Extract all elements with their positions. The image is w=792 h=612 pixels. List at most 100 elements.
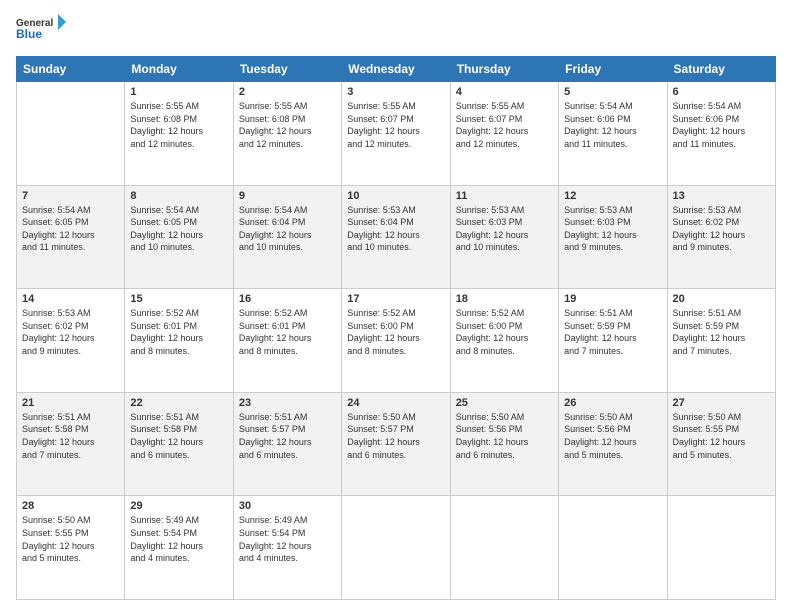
calendar-cell: 18Sunrise: 5:52 AM Sunset: 6:00 PM Dayli…: [450, 289, 558, 393]
calendar-cell: 3Sunrise: 5:55 AM Sunset: 6:07 PM Daylig…: [342, 82, 450, 186]
calendar-cell: [450, 496, 558, 600]
day-number: 23: [239, 397, 336, 409]
cell-info: Sunrise: 5:50 AM Sunset: 5:55 PM Dayligh…: [673, 411, 770, 461]
logo: General Blue: [16, 12, 66, 48]
calendar-cell: 27 Sunrise: 5:50 AM Sunset: 5:55 PM Dayli…: [667, 392, 775, 496]
calendar-cell: 16Sunrise: 5:52 AM Sunset: 6:01 PM Dayli…: [233, 289, 341, 393]
calendar-cell: 15 Sunrise: 5:52 AM Sunset: 6:01 PM Dayli…: [125, 289, 233, 393]
calendar-cell: 13 Sunrise: 5:53 AM Sunset: 6:02 PM Dayli…: [667, 185, 775, 289]
cell-info: Sunrise: 5:51 AM Sunset: 5:58 PM Dayligh…: [130, 411, 227, 461]
calendar-table: SundayMondayTuesdayWednesdayThursdayFrid…: [16, 56, 776, 600]
cell-info: Sunrise: 5:51 AM Sunset: 5:57 PM Dayligh…: [239, 411, 336, 461]
week-row-3: 14Sunrise: 5:53 AM Sunset: 6:02 PM Dayli…: [17, 289, 776, 393]
day-number: 7: [22, 190, 119, 202]
cell-info: Sunrise: 5:51 AM Sunset: 5:59 PM Dayligh…: [564, 307, 661, 357]
calendar-cell: 24 Sunrise: 5:50 AM Sunset: 5:57 PM Dayli…: [342, 392, 450, 496]
cell-info: Sunrise: 5:55 AM Sunset: 6:08 PM Dayligh…: [130, 100, 227, 150]
day-header-friday: Friday: [559, 57, 667, 82]
cell-info: Sunrise: 5:52 AM Sunset: 6:01 PM Dayligh…: [130, 307, 227, 357]
calendar-cell: 10 Sunrise: 5:53 AM Sunset: 6:04 PM Dayli…: [342, 185, 450, 289]
day-number: 24: [347, 397, 444, 409]
calendar-cell: 29Sunrise: 5:49 AM Sunset: 5:54 PM Dayli…: [125, 496, 233, 600]
calendar-cell: 20 Sunrise: 5:51 AM Sunset: 5:59 PM Dayli…: [667, 289, 775, 393]
day-number: 8: [130, 190, 227, 202]
cell-info: Sunrise: 5:53 AM Sunset: 6:03 PM Dayligh…: [456, 204, 553, 254]
day-number: 30: [239, 500, 336, 512]
week-row-2: 7 Sunrise: 5:54 AM Sunset: 6:05 PM Daylig…: [17, 185, 776, 289]
day-number: 16: [239, 293, 336, 305]
logo-svg: General Blue: [16, 12, 66, 48]
day-number: 29: [130, 500, 227, 512]
calendar-cell: 12 Sunrise: 5:53 AM Sunset: 6:03 PM Dayli…: [559, 185, 667, 289]
cell-info: Sunrise: 5:51 AM Sunset: 5:58 PM Dayligh…: [22, 411, 119, 461]
calendar-cell: 25 Sunrise: 5:50 AM Sunset: 5:56 PM Dayli…: [450, 392, 558, 496]
day-number: 18: [456, 293, 553, 305]
calendar-cell: 1 Sunrise: 5:55 AM Sunset: 6:08 PM Daylig…: [125, 82, 233, 186]
day-number: 3: [347, 86, 444, 98]
day-header-monday: Monday: [125, 57, 233, 82]
cell-info: Sunrise: 5:53 AM Sunset: 6:03 PM Dayligh…: [564, 204, 661, 254]
calendar-cell: 21 Sunrise: 5:51 AM Sunset: 5:58 PM Dayli…: [17, 392, 125, 496]
day-header-sunday: Sunday: [17, 57, 125, 82]
day-number: 17: [347, 293, 444, 305]
cell-info: Sunrise: 5:54 AM Sunset: 6:06 PM Dayligh…: [564, 100, 661, 150]
calendar-cell: 8 Sunrise: 5:54 AM Sunset: 6:05 PM Daylig…: [125, 185, 233, 289]
day-header-thursday: Thursday: [450, 57, 558, 82]
calendar-cell: 19 Sunrise: 5:51 AM Sunset: 5:59 PM Dayli…: [559, 289, 667, 393]
day-number: 1: [130, 86, 227, 98]
cell-info: Sunrise: 5:50 AM Sunset: 5:56 PM Dayligh…: [456, 411, 553, 461]
day-number: 4: [456, 86, 553, 98]
calendar-cell: 23 Sunrise: 5:51 AM Sunset: 5:57 PM Dayli…: [233, 392, 341, 496]
cell-info: Sunrise: 5:53 AM Sunset: 6:04 PM Dayligh…: [347, 204, 444, 254]
calendar-cell: [667, 496, 775, 600]
cell-info: Sunrise: 5:54 AM Sunset: 6:06 PM Dayligh…: [673, 100, 770, 150]
day-header-wednesday: Wednesday: [342, 57, 450, 82]
day-number: 20: [673, 293, 770, 305]
cell-info: Sunrise: 5:50 AM Sunset: 5:55 PM Dayligh…: [22, 514, 119, 564]
cell-info: Sunrise: 5:52 AM Sunset: 6:00 PM Dayligh…: [347, 307, 444, 357]
calendar-cell: [17, 82, 125, 186]
calendar-cell: 2 Sunrise: 5:55 AM Sunset: 6:08 PM Daylig…: [233, 82, 341, 186]
week-row-5: 28Sunrise: 5:50 AM Sunset: 5:55 PM Dayli…: [17, 496, 776, 600]
cell-info: Sunrise: 5:53 AM Sunset: 6:02 PM Dayligh…: [673, 204, 770, 254]
day-number: 2: [239, 86, 336, 98]
cell-info: Sunrise: 5:53 AM Sunset: 6:02 PM Dayligh…: [22, 307, 119, 357]
calendar-cell: 17 Sunrise: 5:52 AM Sunset: 6:00 PM Dayli…: [342, 289, 450, 393]
cell-info: Sunrise: 5:49 AM Sunset: 5:54 PM Dayligh…: [239, 514, 336, 564]
calendar-cell: 4 Sunrise: 5:55 AM Sunset: 6:07 PM Daylig…: [450, 82, 558, 186]
day-number: 13: [673, 190, 770, 202]
day-header-saturday: Saturday: [667, 57, 775, 82]
cell-info: Sunrise: 5:55 AM Sunset: 6:07 PM Dayligh…: [456, 100, 553, 150]
cell-info: Sunrise: 5:55 AM Sunset: 6:08 PM Dayligh…: [239, 100, 336, 150]
calendar-cell: 14Sunrise: 5:53 AM Sunset: 6:02 PM Dayli…: [17, 289, 125, 393]
cell-info: Sunrise: 5:54 AM Sunset: 6:05 PM Dayligh…: [130, 204, 227, 254]
day-number: 25: [456, 397, 553, 409]
week-row-1: 1 Sunrise: 5:55 AM Sunset: 6:08 PM Daylig…: [17, 82, 776, 186]
svg-text:Blue: Blue: [16, 27, 42, 41]
day-number: 5: [564, 86, 661, 98]
calendar-cell: 11 Sunrise: 5:53 AM Sunset: 6:03 PM Dayli…: [450, 185, 558, 289]
calendar-header-row: SundayMondayTuesdayWednesdayThursdayFrid…: [17, 57, 776, 82]
cell-info: Sunrise: 5:50 AM Sunset: 5:57 PM Dayligh…: [347, 411, 444, 461]
calendar-cell: 7 Sunrise: 5:54 AM Sunset: 6:05 PM Daylig…: [17, 185, 125, 289]
cell-info: Sunrise: 5:51 AM Sunset: 5:59 PM Dayligh…: [673, 307, 770, 357]
calendar-cell: 5 Sunrise: 5:54 AM Sunset: 6:06 PM Daylig…: [559, 82, 667, 186]
calendar-cell: 6Sunrise: 5:54 AM Sunset: 6:06 PM Daylig…: [667, 82, 775, 186]
day-number: 19: [564, 293, 661, 305]
day-number: 21: [22, 397, 119, 409]
calendar-cell: 26Sunrise: 5:50 AM Sunset: 5:56 PM Dayli…: [559, 392, 667, 496]
day-number: 11: [456, 190, 553, 202]
cell-info: Sunrise: 5:54 AM Sunset: 6:05 PM Dayligh…: [22, 204, 119, 254]
calendar-cell: [559, 496, 667, 600]
day-number: 27: [673, 397, 770, 409]
calendar-cell: 28Sunrise: 5:50 AM Sunset: 5:55 PM Dayli…: [17, 496, 125, 600]
calendar-cell: [342, 496, 450, 600]
day-number: 15: [130, 293, 227, 305]
day-header-tuesday: Tuesday: [233, 57, 341, 82]
day-number: 12: [564, 190, 661, 202]
calendar-cell: 30 Sunrise: 5:49 AM Sunset: 5:54 PM Dayli…: [233, 496, 341, 600]
cell-info: Sunrise: 5:54 AM Sunset: 6:04 PM Dayligh…: [239, 204, 336, 254]
day-number: 10: [347, 190, 444, 202]
calendar-cell: 9Sunrise: 5:54 AM Sunset: 6:04 PM Daylig…: [233, 185, 341, 289]
page: General Blue SundayMondayTuesdayWednesda…: [0, 0, 792, 612]
